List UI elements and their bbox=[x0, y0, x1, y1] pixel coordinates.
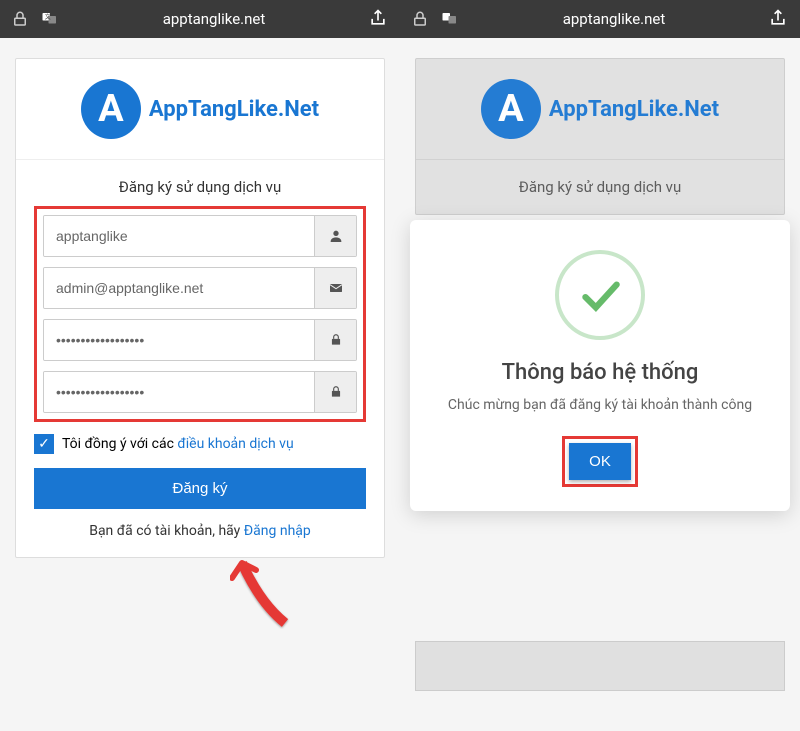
translate-icon[interactable]: 文 bbox=[40, 9, 60, 29]
form-body: ✓ Tôi đồng ý với các điều khoản dịch vụ … bbox=[16, 206, 384, 557]
input-highlight bbox=[34, 206, 366, 422]
logo-icon: A bbox=[81, 79, 141, 139]
mail-icon bbox=[314, 268, 356, 308]
brand-name: AppTangLike.Net bbox=[149, 97, 319, 122]
translate-icon[interactable] bbox=[440, 9, 460, 29]
username-group bbox=[43, 215, 357, 257]
confirm-password-group bbox=[43, 371, 357, 413]
logo-section: A AppTangLike.Net bbox=[16, 59, 384, 160]
lock-icon bbox=[410, 9, 430, 29]
username-input[interactable] bbox=[44, 216, 314, 256]
terms-label: Tôi đồng ý với các điều khoản dịch vụ bbox=[62, 436, 294, 452]
success-icon bbox=[555, 250, 645, 340]
confirm-password-input[interactable] bbox=[44, 372, 314, 412]
lock-icon bbox=[314, 320, 356, 360]
login-link[interactable]: Đăng nhập bbox=[244, 523, 311, 539]
annotation-arrow bbox=[230, 548, 310, 638]
browser-bar: apptanglike.net bbox=[400, 0, 800, 38]
dimmed-footer bbox=[415, 641, 785, 691]
url-display: apptanglike.net bbox=[70, 10, 358, 28]
share-icon[interactable] bbox=[368, 8, 390, 30]
user-icon bbox=[314, 216, 356, 256]
success-modal: Thông báo hệ thống Chúc mừng bạn đã đăng… bbox=[410, 220, 790, 511]
browser-bar: 文 apptanglike.net bbox=[0, 0, 400, 38]
brand-name: AppTangLike.Net bbox=[549, 97, 719, 122]
lock-icon bbox=[10, 9, 30, 29]
screen-success: apptanglike.net A AppTangLike.Net Đăng k… bbox=[400, 0, 800, 731]
ok-button[interactable]: OK bbox=[569, 443, 631, 480]
signup-card: A AppTangLike.Net Đăng ký sử dụng dịch v… bbox=[15, 58, 385, 558]
logo-icon: A bbox=[481, 79, 541, 139]
terms-checkbox[interactable]: ✓ bbox=[34, 434, 54, 454]
modal-message: Chúc mừng bạn đã đăng ký tài khoản thành… bbox=[430, 395, 770, 416]
url-display: apptanglike.net bbox=[470, 10, 758, 28]
password-group bbox=[43, 319, 357, 361]
email-input[interactable] bbox=[44, 268, 314, 308]
lock-icon bbox=[314, 372, 356, 412]
terms-link[interactable]: điều khoản dịch vụ bbox=[177, 436, 293, 452]
form-title: Đăng ký sử dụng dịch vụ bbox=[16, 160, 384, 206]
email-group bbox=[43, 267, 357, 309]
screen-signup: 文 apptanglike.net A AppTangLike.Net Đăng… bbox=[0, 0, 400, 731]
terms-row: ✓ Tôi đồng ý với các điều khoản dịch vụ bbox=[34, 434, 366, 454]
dimmed-signup-card: A AppTangLike.Net Đăng ký sử dụng dịch v… bbox=[415, 58, 785, 215]
modal-title: Thông báo hệ thống bbox=[430, 360, 770, 385]
signup-button[interactable]: Đăng ký bbox=[34, 468, 366, 509]
share-icon[interactable] bbox=[768, 8, 790, 30]
logo-section: A AppTangLike.Net bbox=[416, 59, 784, 160]
password-input[interactable] bbox=[44, 320, 314, 360]
ok-highlight: OK bbox=[562, 436, 638, 487]
login-row: Bạn đã có tài khoản, hãy Đăng nhập bbox=[34, 523, 366, 539]
form-title: Đăng ký sử dụng dịch vụ bbox=[416, 160, 784, 214]
svg-text:文: 文 bbox=[45, 13, 51, 21]
